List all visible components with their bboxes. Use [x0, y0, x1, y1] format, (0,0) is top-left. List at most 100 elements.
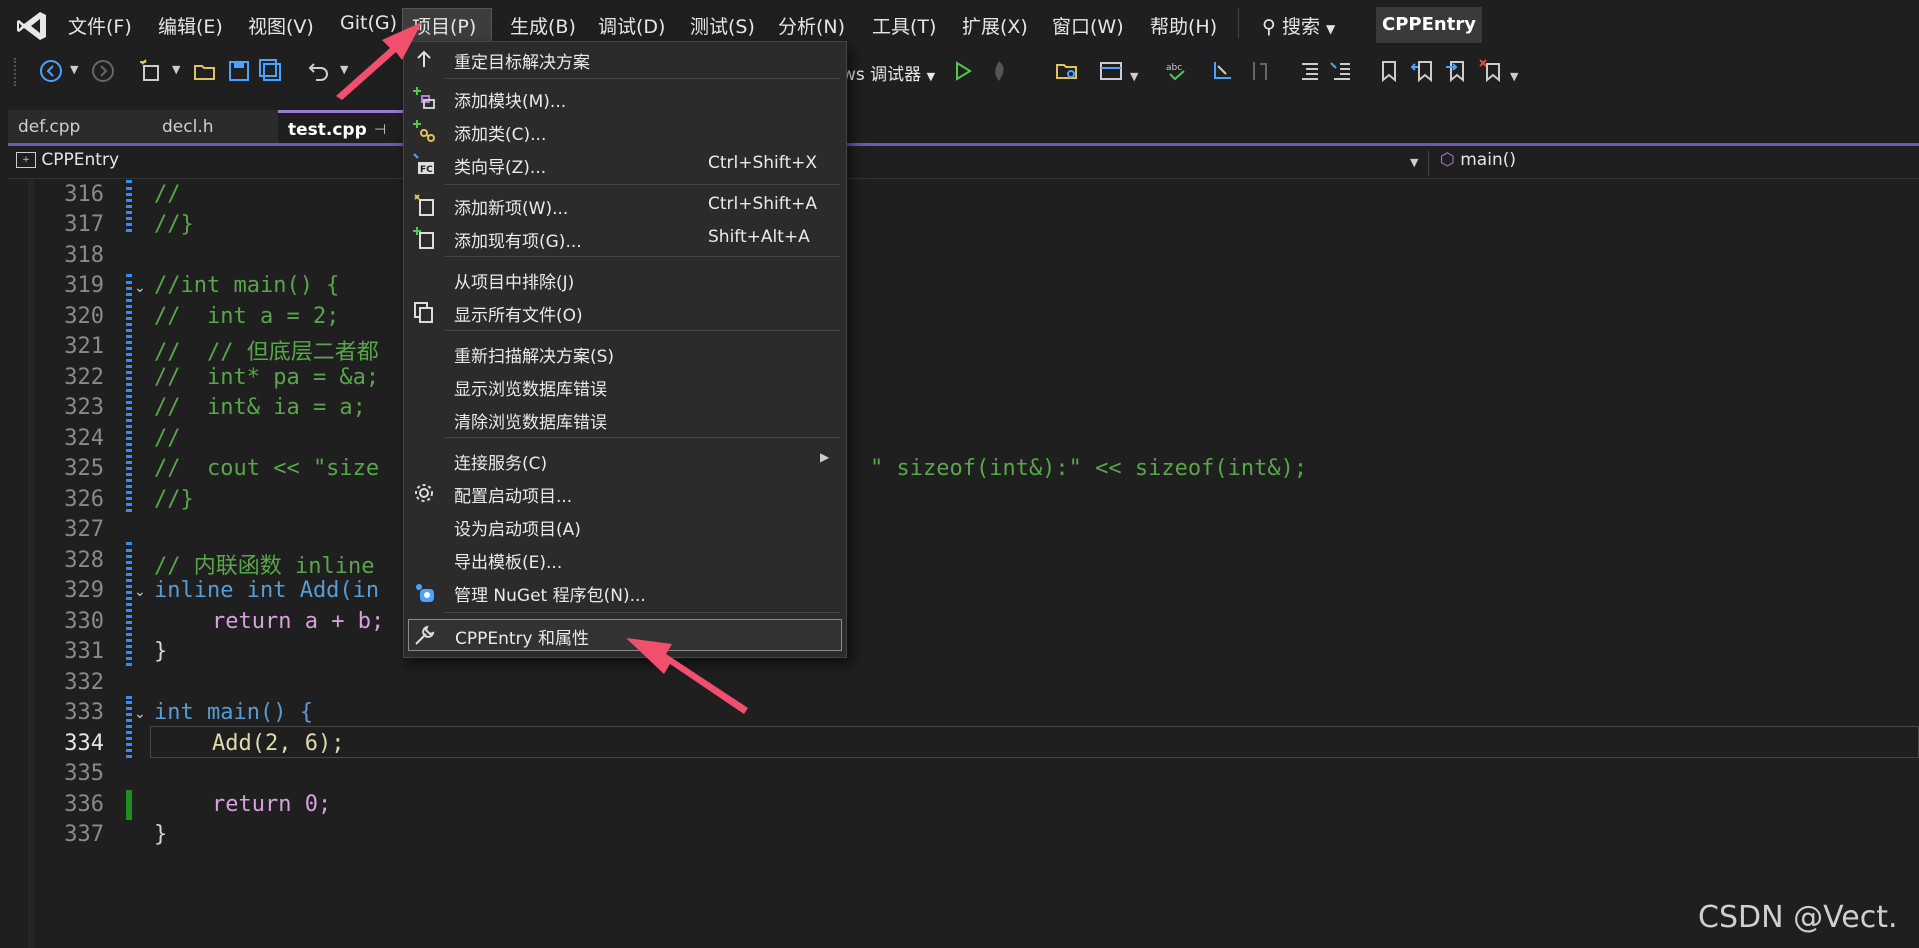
tab-def-cpp[interactable]: def.cpp — [8, 110, 152, 144]
format-disabled-icon[interactable] — [1246, 58, 1272, 84]
open-file-icon[interactable] — [192, 58, 218, 84]
menu-separator — [444, 78, 840, 79]
uncomment-lines-icon[interactable] — [1328, 58, 1354, 84]
clear-bookmarks-icon[interactable] — [1478, 58, 1504, 84]
search-label: 搜索 — [1281, 16, 1320, 38]
code-line: Add(2, 6); — [212, 731, 345, 756]
chevron-down-icon[interactable]: ▼ — [1410, 156, 1418, 169]
chevron-down-icon[interactable]: ▼ — [70, 63, 78, 76]
code-line: // int a = 2; — [154, 304, 340, 329]
bookmark-icon[interactable] — [1376, 58, 1402, 84]
visual-studio-logo-icon[interactable] — [14, 8, 50, 44]
menu-item-label: 显示所有文件(O) — [454, 306, 583, 326]
menu-item-connected-services[interactable]: 连接服务(C) ▶ — [404, 445, 846, 475]
line-number: 321 — [64, 334, 104, 359]
line-number: 324 — [64, 426, 104, 451]
navigate-back-icon[interactable] — [38, 58, 64, 84]
menu-item-label: 添加现有项(G)... — [454, 232, 582, 252]
menu-item-retarget-solution[interactable]: 重定目标解决方案 — [404, 44, 846, 74]
solution-name-badge: CPPEntry — [1376, 7, 1482, 43]
collapse-icon[interactable]: ⌄ — [134, 584, 146, 600]
menu-item-add-existing-item[interactable]: 添加现有项(G)... Shift+Alt+A — [404, 223, 846, 253]
collapse-icon[interactable]: ⌄ — [134, 280, 146, 296]
search-box[interactable]: ⚲ 搜索 ▼ — [1262, 12, 1335, 39]
menu-item-configure-startup-projects[interactable]: 配置启动项目... — [404, 478, 846, 508]
line-number: 328 — [64, 548, 104, 573]
menu-item-shortcut: Shift+Alt+A — [708, 227, 810, 247]
find-in-files-icon[interactable] — [1054, 58, 1080, 84]
navigate-forward-icon[interactable] — [90, 58, 116, 84]
navbar-divider — [1428, 150, 1429, 176]
spell-check-icon[interactable]: abc — [1164, 58, 1190, 84]
menu-view[interactable]: 视图(V) — [248, 12, 314, 39]
new-project-icon[interactable] — [138, 58, 164, 84]
tab-label: def.cpp — [18, 117, 81, 137]
project-context-menu: 重定目标解决方案 添加模块(M)... 添加类(C)... FC 类向导(Z).… — [403, 41, 847, 658]
menu-edit[interactable]: 编辑(E) — [158, 12, 223, 39]
menu-item-clear-browse-db-errors[interactable]: 清除浏览数据库错误 — [404, 404, 846, 434]
class-wizard-icon: FC — [413, 153, 434, 175]
menu-item-class-wizard[interactable]: FC 类向导(Z)... Ctrl+Shift+X — [404, 149, 846, 179]
hot-reload-icon[interactable] — [986, 58, 1012, 84]
menu-item-export-template[interactable]: 导出模板(E)... — [404, 544, 846, 574]
next-bookmark-icon[interactable] — [1444, 58, 1470, 84]
line-number: 335 — [64, 761, 104, 786]
window-layout-icon[interactable] — [1098, 58, 1124, 84]
menu-build[interactable]: 生成(B) — [510, 12, 576, 39]
menu-window[interactable]: 窗口(W) — [1052, 12, 1124, 39]
menu-item-label: 设为启动项目(A) — [454, 520, 581, 540]
menubar-divider — [1238, 8, 1239, 38]
collapse-icon[interactable]: ⌄ — [134, 706, 146, 722]
tab-test-cpp[interactable]: test.cpp ⊣ — [278, 110, 408, 144]
code-line: // int* pa = &a; — [154, 365, 380, 390]
code-line: // cout << "size — [154, 456, 380, 481]
comment-lines-icon[interactable] — [1296, 58, 1322, 84]
menu-debug[interactable]: 调试(D) — [598, 12, 665, 39]
chevron-down-icon[interactable]: ▼ — [1130, 70, 1138, 83]
pin-icon[interactable]: ⊣ — [374, 113, 386, 147]
menu-item-add-new-item[interactable]: 添加新项(W)... Ctrl+Shift+A — [404, 190, 846, 220]
menu-item-add-class[interactable]: 添加类(C)... — [404, 116, 846, 146]
format-icon[interactable] — [1210, 58, 1236, 84]
menu-help[interactable]: 帮助(H) — [1150, 12, 1217, 39]
undo-icon[interactable] — [306, 58, 332, 84]
current-line-highlight — [150, 726, 1919, 758]
tab-decl-h[interactable]: decl.h — [152, 110, 278, 144]
line-number: 323 — [64, 395, 104, 420]
debugger-dropdown[interactable]: ws 调试器 ▼ — [842, 60, 935, 85]
code-line: // // 但底层二者都 — [154, 340, 379, 365]
menu-item-exclude-from-project[interactable]: 从项目中排除(J) — [404, 264, 846, 294]
line-number: 322 — [64, 365, 104, 390]
line-number: 327 — [64, 517, 104, 542]
line-number: 320 — [64, 304, 104, 329]
menu-test[interactable]: 测试(S) — [690, 12, 755, 39]
menu-item-label: 重定目标解决方案 — [454, 53, 590, 73]
save-icon[interactable] — [226, 58, 252, 84]
menu-item-add-module[interactable]: 添加模块(M)... — [404, 83, 846, 113]
save-all-icon[interactable] — [258, 58, 284, 84]
project-dropdown[interactable]: + CPPEntry — [16, 150, 119, 170]
menu-item-shortcut: Ctrl+Shift+A — [708, 194, 818, 214]
chevron-down-icon[interactable]: ▼ — [1510, 70, 1518, 83]
menu-extensions[interactable]: 扩展(X) — [962, 12, 1028, 39]
menu-item-rescan-solution[interactable]: 重新扫描解决方案(S) — [404, 338, 846, 368]
menu-tools[interactable]: 工具(T) — [872, 12, 936, 39]
previous-bookmark-icon[interactable] — [1410, 58, 1436, 84]
menu-item-show-all-files[interactable]: 显示所有文件(O) — [404, 297, 846, 327]
chevron-down-icon[interactable]: ▼ — [172, 63, 180, 76]
menu-item-set-as-startup-project[interactable]: 设为启动项目(A) — [404, 511, 846, 541]
toolbar-grip[interactable] — [14, 58, 24, 86]
menu-item-label: CPPEntry 和属性 — [455, 629, 590, 649]
menu-item-show-browse-db-errors[interactable]: 显示浏览数据库错误 — [404, 371, 846, 401]
menu-separator — [444, 437, 840, 438]
start-without-debugging-icon[interactable] — [950, 58, 976, 84]
member-dropdown[interactable]: ⬡ main() — [1440, 150, 1516, 170]
menu-item-label: 添加模块(M)... — [454, 92, 567, 112]
menu-item-label: 重新扫描解决方案(S) — [454, 347, 615, 367]
menu-file[interactable]: 文件(F) — [68, 12, 132, 39]
code-line: return a + b; — [212, 609, 385, 634]
menu-analyze[interactable]: 分析(N) — [778, 12, 845, 39]
svg-text:abc: abc — [1166, 63, 1182, 73]
menu-item-manage-nuget-packages[interactable]: 管理 NuGet 程序包(N)... — [404, 577, 846, 607]
nuget-icon — [416, 584, 434, 602]
